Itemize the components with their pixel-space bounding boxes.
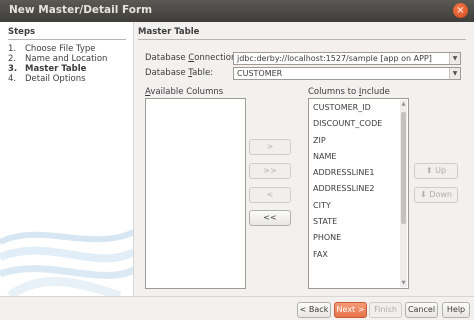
list-item[interactable]: CITY: [309, 198, 408, 214]
back-button[interactable]: < Back: [297, 302, 331, 318]
chevron-down-icon[interactable]: ▼: [449, 53, 460, 64]
close-icon[interactable]: ×: [453, 3, 468, 18]
list-item[interactable]: ZIP: [309, 133, 408, 149]
step-item: 4. Detail Options: [8, 74, 86, 84]
remove-all-columns-button[interactable]: <<: [249, 210, 291, 226]
list-item[interactable]: PHONE: [309, 230, 408, 246]
arrow-up-icon: ⬆: [425, 166, 433, 175]
move-up-button[interactable]: ⬆ Up: [414, 163, 458, 179]
list-item[interactable]: CUSTOMER_ID: [309, 100, 408, 116]
arrow-down-icon: ⬇: [420, 190, 427, 199]
button-bar: < Back Next > Finish Cancel Help: [0, 296, 474, 320]
step-item-current: 3. Master Table: [8, 64, 87, 74]
list-item[interactable]: ADDRESSLINE1: [309, 165, 408, 181]
steps-panel: Steps 1. Choose File Type 2. Name and Loca…: [0, 22, 134, 296]
remove-column-button[interactable]: <: [249, 187, 291, 203]
divider: [8, 39, 126, 40]
divider: [138, 39, 466, 40]
list-item[interactable]: STATE: [309, 214, 408, 230]
add-column-button[interactable]: >: [249, 139, 291, 155]
chevron-down-icon[interactable]: ▼: [449, 68, 460, 79]
database-table-select[interactable]: CUSTOMER ▼: [233, 67, 461, 80]
step-item: 2. Name and Location: [8, 54, 108, 64]
database-connection-label: Database Connection:: [145, 53, 240, 63]
scroll-down-icon[interactable]: ▼: [400, 280, 407, 286]
move-down-button[interactable]: ⬇ Down: [414, 187, 458, 203]
window-title: New Master/Detail Form: [9, 4, 153, 16]
title-bar: New Master/Detail Form ×: [0, 0, 474, 22]
database-table-label: Database Table:: [145, 68, 214, 78]
vertical-scrollbar[interactable]: ▲ ▼: [400, 100, 407, 287]
steps-header: Steps: [8, 27, 36, 37]
decorative-swirl-graphic: [0, 229, 133, 296]
list-item[interactable]: ADDRESSLINE2: [309, 181, 408, 197]
columns-to-include-label: Columns to Include: [308, 87, 390, 97]
step-item: 1. Choose File Type: [8, 44, 96, 54]
list-item[interactable]: FAX: [309, 247, 408, 263]
available-columns-label: Available Columns: [145, 87, 224, 97]
list-item[interactable]: DISCOUNT_CODE: [309, 116, 408, 132]
master-table-panel: Master Table Database Connection: jdbc:d…: [135, 22, 474, 296]
scroll-up-icon[interactable]: ▲: [400, 101, 407, 107]
finish-button[interactable]: Finish: [369, 302, 402, 318]
next-button[interactable]: Next >: [334, 302, 367, 318]
add-all-columns-button[interactable]: >>: [249, 163, 291, 179]
database-connection-select[interactable]: jdbc:derby://localhost:1527/sample [app …: [233, 52, 461, 65]
cancel-button[interactable]: Cancel: [405, 302, 438, 318]
list-item[interactable]: NAME: [309, 149, 408, 165]
panel-header: Master Table: [138, 27, 200, 37]
available-columns-list[interactable]: [145, 98, 246, 289]
help-button[interactable]: Help: [442, 302, 470, 318]
columns-to-include-list[interactable]: CUSTOMER_ID DISCOUNT_CODE ZIP NAME ADDRE…: [308, 98, 409, 289]
scrollbar-thumb[interactable]: [401, 112, 406, 224]
